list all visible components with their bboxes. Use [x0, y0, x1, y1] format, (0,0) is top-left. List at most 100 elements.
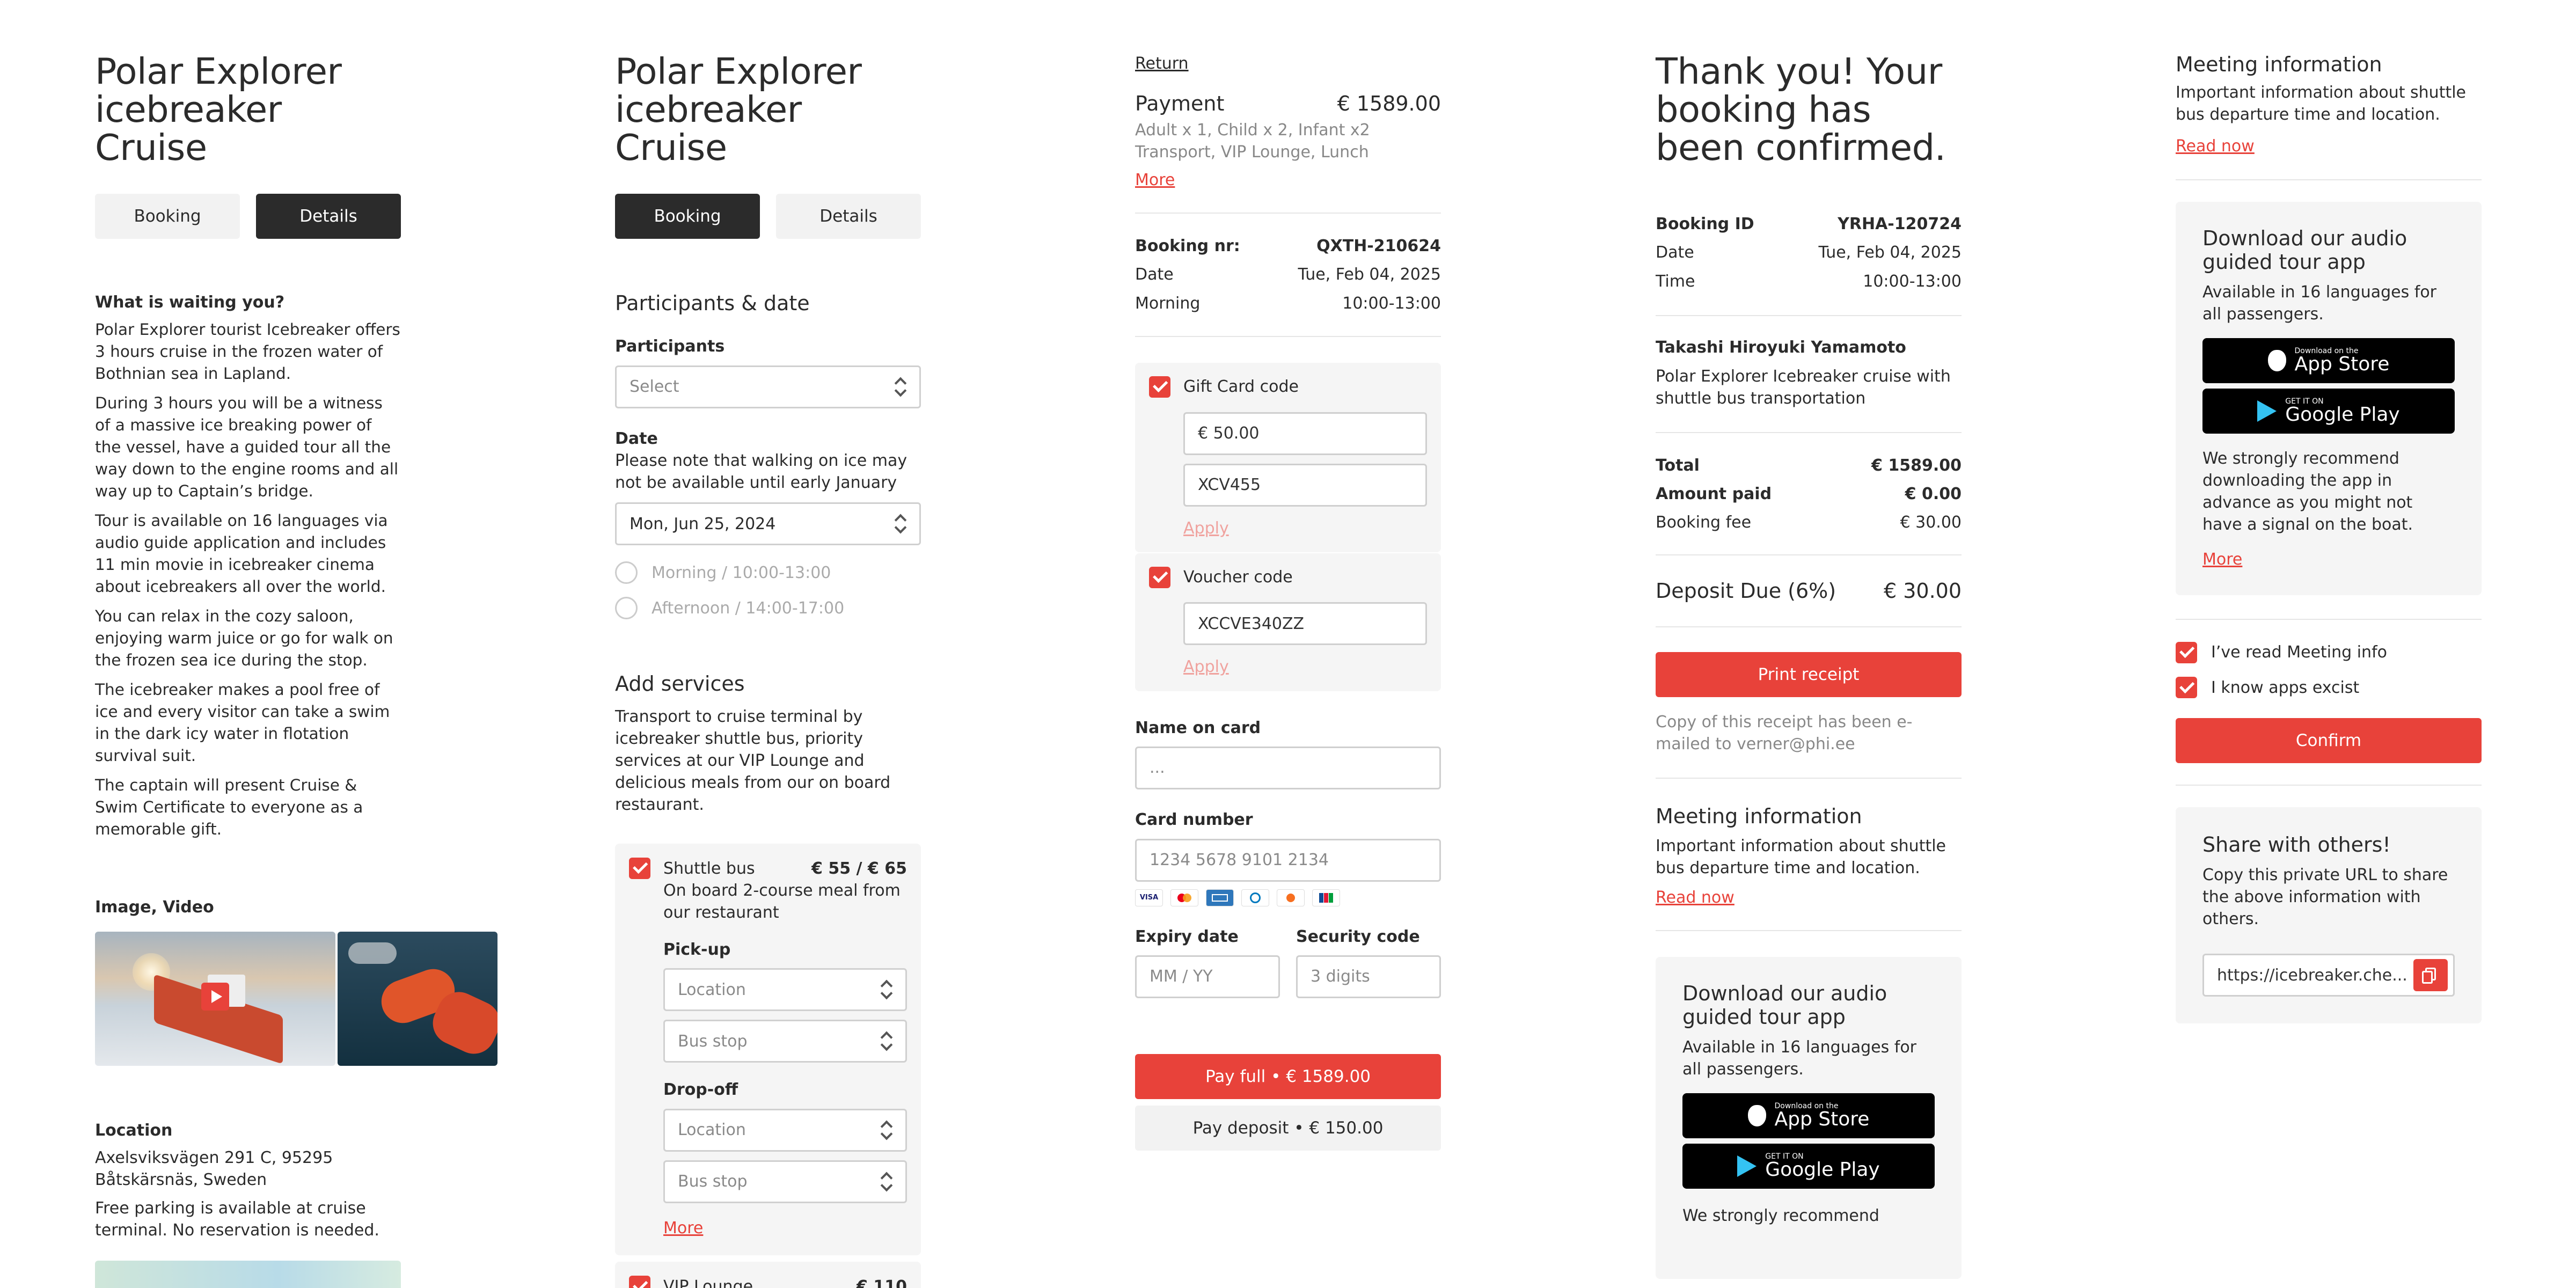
dropoff-busstop-select[interactable]: Bus stop	[663, 1160, 907, 1203]
voucher-apply-link[interactable]: Apply	[1183, 656, 1427, 678]
slot-afternoon-label: Afternoon / 14:00-17:00	[652, 598, 845, 618]
card-number-label: Card number	[1135, 810, 1253, 830]
pickup-busstop-select[interactable]: Bus stop	[663, 1020, 907, 1063]
booking-details-tabs: Booking Details	[95, 194, 401, 239]
apps-checkbox-row[interactable]: I know apps excist	[2176, 677, 2482, 699]
play-icon[interactable]	[201, 982, 229, 1011]
slot-row: Morning 10:00-13:00	[1135, 292, 1441, 314]
meeting-heading: Meeting information	[1656, 804, 1862, 829]
date-note: Please note that walking on ice may not …	[615, 451, 908, 493]
share-heading: Share with others!	[2202, 833, 2391, 857]
description-paragraph: You can relax in the cozy saloon, enjoyi…	[95, 607, 393, 670]
shuttle-more-link[interactable]: More	[663, 1217, 907, 1239]
pay-deposit-button[interactable]: Pay deposit • € 150.00	[1135, 1105, 1441, 1151]
what-heading: What is waiting you?	[95, 293, 285, 312]
gift-code-input[interactable]: XCV455	[1183, 463, 1427, 507]
expiry-label: Expiry date	[1135, 927, 1239, 946]
google-play-button[interactable]: GET IT ON Google Play	[1682, 1144, 1935, 1189]
meeting-read-now-link[interactable]: Read now	[1656, 887, 1962, 909]
share-card: Share with others! Copy this private URL…	[2176, 807, 2482, 1024]
gift-amount-input[interactable]: € 50.00	[1183, 412, 1427, 455]
chevron-updown-icon	[895, 378, 906, 396]
return-link[interactable]: Return	[1135, 53, 1441, 75]
copy-icon[interactable]	[2413, 959, 2448, 992]
app-download-card: Download our audio guided tour app Avail…	[2176, 201, 2482, 596]
dropoff-location-select[interactable]: Location	[663, 1108, 907, 1152]
participants-select[interactable]: Select	[615, 365, 921, 408]
swimmers-image[interactable]	[338, 931, 497, 1066]
time-label: Time	[1656, 272, 1695, 291]
meeting-info-checkbox-row[interactable]: I’ve read Meeting info	[2176, 641, 2482, 663]
name-on-card-label: Name on card	[1135, 718, 1261, 737]
description-paragraph: Polar Explorer tourist Icebreaker offers…	[95, 320, 400, 383]
share-url-field[interactable]: https://icebreaker.che...	[2202, 954, 2455, 997]
video-thumbnail[interactable]	[95, 931, 335, 1066]
google-play-button[interactable]: GET IT ON Google Play	[2202, 388, 2455, 434]
mastercard-icon	[1170, 889, 1198, 906]
google-play-big-text: Google Play	[1765, 1159, 1880, 1181]
shuttle-checkbox[interactable]	[629, 857, 650, 879]
app-more-link[interactable]: More	[2202, 548, 2455, 570]
google-play-big-text: Google Play	[2285, 403, 2400, 426]
voucher-section: Voucher code XCCVE340ZZ Apply	[1135, 553, 1441, 691]
vip-lounge-card: VIP Lounge € 110	[615, 1262, 921, 1288]
share-text: Copy this private URL to share the above…	[2202, 866, 2448, 929]
divider	[1656, 930, 1962, 932]
app-store-button[interactable]: Download on the App Store	[2202, 338, 2455, 383]
date-value: Tue, Feb 04, 2025	[1818, 243, 1962, 262]
map[interactable]	[95, 1261, 401, 1288]
divider	[1656, 554, 1962, 555]
meeting-read-now-link[interactable]: Read now	[2176, 135, 2482, 157]
divider	[1656, 431, 1962, 433]
radio-morning[interactable]	[615, 561, 638, 584]
print-receipt-button[interactable]: Print receipt	[1656, 652, 1962, 698]
vip-checkbox[interactable]	[629, 1276, 650, 1288]
description-paragraph: The captain will present Cruise & Swim C…	[95, 776, 363, 839]
card-number-input[interactable]: 1234 5678 9101 2134	[1135, 838, 1441, 882]
apps-checkbox[interactable]	[2176, 677, 2197, 699]
payment-line-1: Adult x 1, Child x 2, Infant x2	[1135, 120, 1370, 140]
booking-id-row: Booking ID YRHA-120724	[1656, 213, 1962, 235]
radio-afternoon[interactable]	[615, 597, 638, 620]
confirm-button[interactable]: Confirm	[2176, 718, 2482, 763]
slot-morning[interactable]: Morning / 10:00-13:00	[615, 561, 921, 584]
payment-more-link[interactable]: More	[1135, 169, 1441, 191]
fee-value: € 30.00	[1900, 513, 1962, 532]
voucher-checkbox[interactable]	[1149, 566, 1170, 588]
pickup-location-select[interactable]: Location	[663, 968, 907, 1012]
voucher-code-input[interactable]: XCCVE340ZZ	[1183, 602, 1427, 646]
pickup-busstop-placeholder: Bus stop	[678, 1031, 748, 1051]
meeting-info-checkbox[interactable]	[2176, 641, 2197, 663]
booking-nr-row: Booking nr: QXTH-210624	[1135, 235, 1441, 257]
discover-icon	[1277, 889, 1305, 906]
recommend-text: We strongly recommend	[1682, 1206, 1879, 1226]
tab-details[interactable]: Details	[776, 194, 921, 239]
security-input[interactable]: 3 digits	[1296, 955, 1441, 998]
slot-afternoon[interactable]: Afternoon / 14:00-17:00	[615, 597, 921, 620]
date-select[interactable]: Mon, Jun 25, 2024	[615, 502, 921, 546]
shuttle-description: On board 2-course meal from our restaura…	[663, 881, 901, 923]
total-label: Total	[1656, 456, 1700, 475]
media-gallery	[95, 931, 497, 1066]
address: Axelsviksvägen 291 C, 95295 Båtskärsnäs,…	[95, 1148, 333, 1190]
gift-apply-link[interactable]: Apply	[1183, 517, 1427, 539]
tab-booking[interactable]: Booking	[95, 194, 240, 239]
vip-name: VIP Lounge	[663, 1277, 753, 1288]
total-value: € 1589.00	[1871, 456, 1962, 475]
tab-booking[interactable]: Booking	[615, 194, 760, 239]
tab-details[interactable]: Details	[256, 194, 401, 239]
chevron-updown-icon	[881, 1173, 892, 1191]
product-description: Polar Explorer Icebreaker cruise with sh…	[1656, 367, 1951, 408]
slot-morning-label: Morning / 10:00-13:00	[652, 563, 831, 582]
share-url-value: https://icebreaker.che...	[2217, 965, 2407, 985]
pickup-label: Pick-up	[663, 940, 731, 960]
app-download-card: Download our audio guided tour app Avail…	[1656, 957, 1962, 1279]
pay-full-button[interactable]: Pay full • € 1589.00	[1135, 1053, 1441, 1099]
app-store-button[interactable]: Download on the App Store	[1682, 1093, 1935, 1139]
gift-checkbox[interactable]	[1149, 376, 1170, 398]
page-title: Polar Explorer icebreaker Cruise	[615, 50, 862, 169]
booking-nr-label: Booking nr:	[1135, 237, 1240, 255]
expiry-input[interactable]: MM / YY	[1135, 955, 1280, 998]
name-on-card-input[interactable]: ...	[1135, 747, 1441, 790]
fee-row: Booking fee € 30.00	[1656, 511, 1962, 533]
